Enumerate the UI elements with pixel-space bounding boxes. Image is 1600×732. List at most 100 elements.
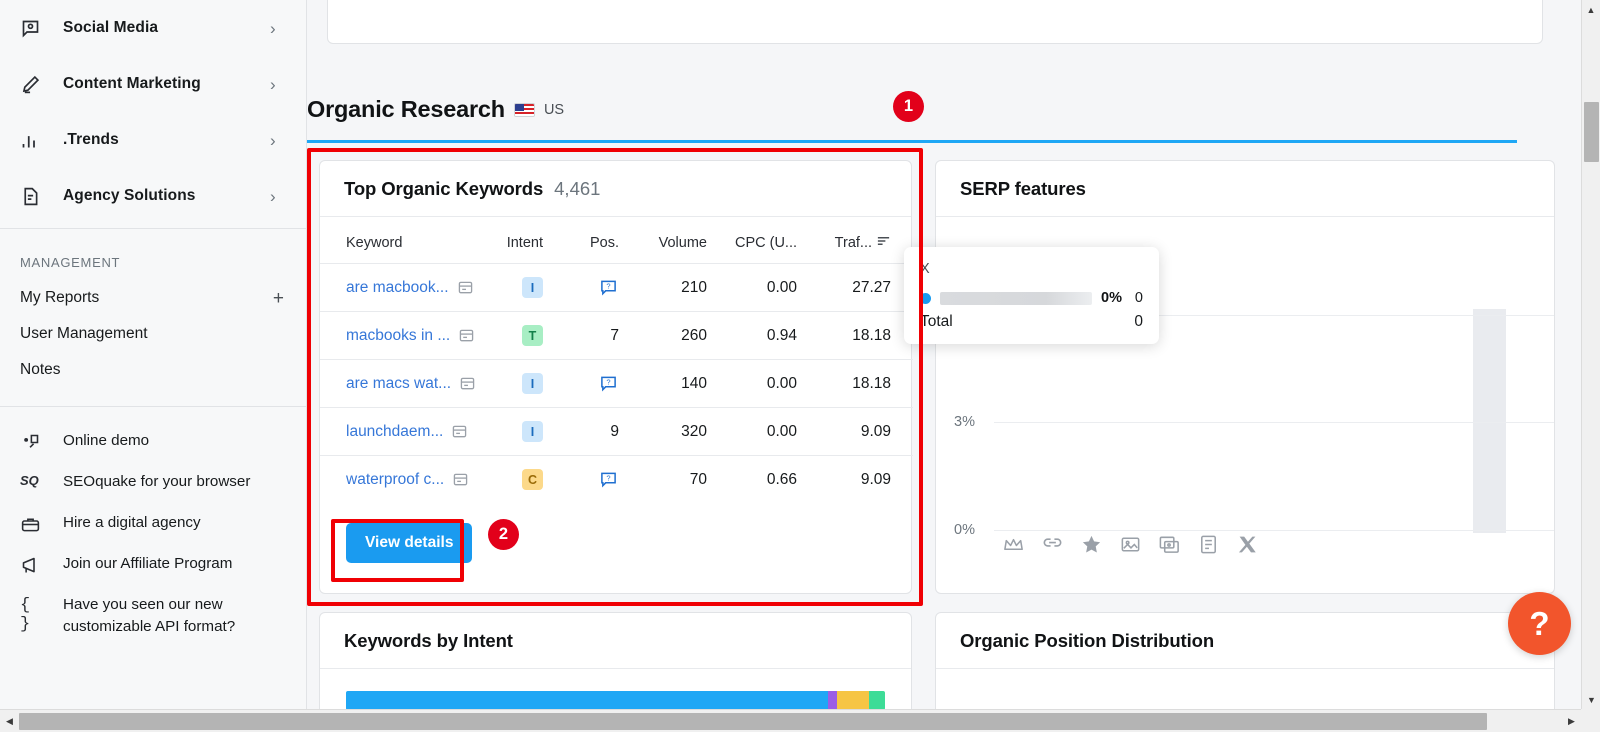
keyword-link[interactable]: launchdaem... bbox=[346, 423, 443, 441]
cell-volume: 140 bbox=[641, 359, 729, 408]
sidebar-item-agency-solutions[interactable]: Agency Solutions › bbox=[0, 168, 306, 224]
vertical-scrollbar-thumb[interactable] bbox=[1584, 102, 1599, 162]
social-media-icon bbox=[20, 18, 46, 39]
column-traffic[interactable]: Traf... bbox=[819, 217, 913, 264]
star-icon[interactable] bbox=[1072, 533, 1111, 556]
column-pos[interactable]: Pos. bbox=[565, 217, 641, 264]
cell-intent: C bbox=[495, 455, 565, 503]
horizontal-scrollbar[interactable]: ◀ ▶ bbox=[0, 709, 1600, 732]
sort-descending-icon[interactable] bbox=[876, 235, 891, 251]
cell-cpc: 0.66 bbox=[729, 455, 819, 503]
cell-traffic: 18.18 bbox=[819, 311, 913, 360]
cell-keyword[interactable]: are macbook... bbox=[320, 263, 495, 312]
serp-preview-icon[interactable] bbox=[458, 280, 473, 295]
sidebar-item-hire-agency[interactable]: Hire a digital agency bbox=[0, 503, 306, 544]
serp-preview-icon[interactable] bbox=[453, 472, 468, 487]
help-button[interactable]: ? bbox=[1508, 592, 1571, 655]
panel-header: SERP features bbox=[936, 161, 1554, 217]
serp-preview-icon[interactable] bbox=[459, 328, 474, 343]
tooltip-total-label: Total bbox=[920, 313, 953, 330]
cell-keyword[interactable]: macbooks in ... bbox=[320, 311, 495, 360]
management-heading: MANAGEMENT bbox=[20, 255, 121, 270]
gridline bbox=[994, 530, 1554, 531]
sidebar-item-content-marketing[interactable]: Content Marketing › bbox=[0, 56, 306, 112]
scroll-up-arrow[interactable]: ▲ bbox=[1582, 0, 1600, 19]
country-code-label: US bbox=[543, 101, 565, 118]
x-twitter-icon[interactable] bbox=[1228, 533, 1267, 556]
sidebar-item-seoquake[interactable]: SQ SEOquake for your browser bbox=[0, 462, 306, 503]
panel-title: Top Organic Keywords bbox=[344, 177, 544, 199]
keyword-count: 4,461 bbox=[554, 177, 601, 199]
page-title: Organic Research bbox=[307, 96, 505, 122]
keyword-link[interactable]: waterproof c... bbox=[346, 471, 444, 489]
plus-icon[interactable]: + bbox=[273, 289, 284, 308]
column-keyword[interactable]: Keyword bbox=[320, 217, 495, 264]
serp-preview-icon[interactable] bbox=[452, 424, 467, 439]
cell-cpc: 0.94 bbox=[729, 311, 819, 360]
sidebar-item-api-format[interactable]: { } Have you seen our new customizable A… bbox=[0, 585, 306, 648]
cell-keyword[interactable]: waterproof c... bbox=[320, 455, 495, 503]
horizontal-scrollbar-thumb[interactable] bbox=[19, 713, 1487, 730]
cell-intent: I bbox=[495, 359, 565, 408]
crown-icon[interactable] bbox=[994, 533, 1033, 556]
sidebar-item-label: .Trends bbox=[63, 131, 119, 148]
image-icon[interactable] bbox=[1111, 533, 1150, 556]
panel-title: Keywords by Intent bbox=[344, 629, 513, 651]
section-underline bbox=[307, 140, 1517, 143]
presentation-icon bbox=[20, 430, 46, 453]
sidebar-item-trends[interactable]: .Trends › bbox=[0, 112, 306, 168]
sidebar-nav-group: Social Media › Content Marketing › .Tren… bbox=[0, 0, 306, 224]
serp-question-icon: ? bbox=[600, 279, 617, 296]
table-row[interactable]: launchdaem... I 9 320 0.00 9.09 bbox=[320, 407, 913, 456]
sidebar-item-notes[interactable]: Notes bbox=[0, 352, 306, 388]
sidebar-item-my-reports[interactable]: My Reports + bbox=[0, 280, 306, 316]
scroll-down-arrow[interactable]: ▼ bbox=[1582, 690, 1600, 709]
serp-preview-icon[interactable] bbox=[460, 376, 475, 391]
document-icon bbox=[20, 186, 46, 207]
table-row[interactable]: macbooks in ... T 7 260 0.94 18.18 bbox=[320, 311, 913, 360]
keywords-table: Keyword Intent Pos. Volume CPC (U... Tra… bbox=[320, 217, 913, 503]
table-row[interactable]: are macs wat... I ? 140 0.00 18.18 bbox=[320, 359, 913, 408]
view-details-button[interactable]: View details bbox=[346, 523, 473, 563]
column-cpc[interactable]: CPC (U... bbox=[729, 217, 819, 264]
cell-keyword[interactable]: launchdaem... bbox=[320, 407, 495, 456]
tooltip-series-row: 0% 0 bbox=[920, 287, 1143, 309]
intent-badge: I bbox=[522, 373, 543, 394]
sidebar-item-label: My Reports bbox=[20, 289, 100, 306]
tooltip-percent: 0% bbox=[1101, 290, 1122, 306]
seoquake-icon: SQ bbox=[20, 473, 39, 488]
sidebar-item-online-demo[interactable]: Online demo bbox=[0, 421, 306, 462]
sidebar-item-label: Hire a digital agency bbox=[63, 513, 201, 531]
serp-feature-icons bbox=[994, 533, 1267, 556]
table-row[interactable]: waterproof c... C ? 70 0.66 9.09 bbox=[320, 455, 913, 503]
cell-pos: ? bbox=[565, 359, 641, 408]
panel-header: Organic Position Distribution bbox=[936, 613, 1554, 669]
sidebar-item-social-media[interactable]: Social Media › bbox=[0, 0, 306, 56]
column-volume[interactable]: Volume bbox=[641, 217, 729, 264]
tooltip-total-row: Total 0 bbox=[920, 309, 1143, 331]
scroll-right-arrow[interactable]: ▶ bbox=[1562, 716, 1581, 727]
sidebar-item-affiliate-program[interactable]: Join our Affiliate Program bbox=[0, 544, 306, 585]
vertical-scrollbar[interactable]: ▲ ▼ bbox=[1581, 0, 1600, 709]
table-row[interactable]: are macbook... I ? 210 0.00 27.27 bbox=[320, 263, 913, 312]
images-icon[interactable] bbox=[1150, 533, 1189, 556]
annotation-badge-1: 1 bbox=[893, 91, 924, 122]
bar-chart-icon bbox=[20, 130, 46, 151]
intent-badge: C bbox=[522, 469, 543, 490]
sidebar-item-user-management[interactable]: User Management bbox=[0, 316, 306, 352]
keyword-link[interactable]: macbooks in ... bbox=[346, 327, 450, 345]
cell-traffic: 9.09 bbox=[819, 455, 913, 503]
chevron-right-icon: › bbox=[270, 130, 276, 150]
keyword-link[interactable]: are macbook... bbox=[346, 279, 449, 297]
keyword-link[interactable]: are macs wat... bbox=[346, 375, 451, 393]
scroll-left-arrow[interactable]: ◀ bbox=[0, 716, 19, 727]
highlighted-column-band bbox=[1473, 309, 1506, 533]
list-icon[interactable] bbox=[1189, 533, 1228, 556]
y-tick-label: 3% bbox=[954, 414, 975, 430]
cell-keyword[interactable]: are macs wat... bbox=[320, 359, 495, 408]
column-traffic-label: Traf... bbox=[834, 235, 872, 251]
sidebar-item-label: User Management bbox=[20, 325, 148, 342]
intent-segment-commercial bbox=[837, 691, 870, 709]
link-icon[interactable] bbox=[1033, 533, 1072, 556]
column-intent[interactable]: Intent bbox=[495, 217, 565, 264]
